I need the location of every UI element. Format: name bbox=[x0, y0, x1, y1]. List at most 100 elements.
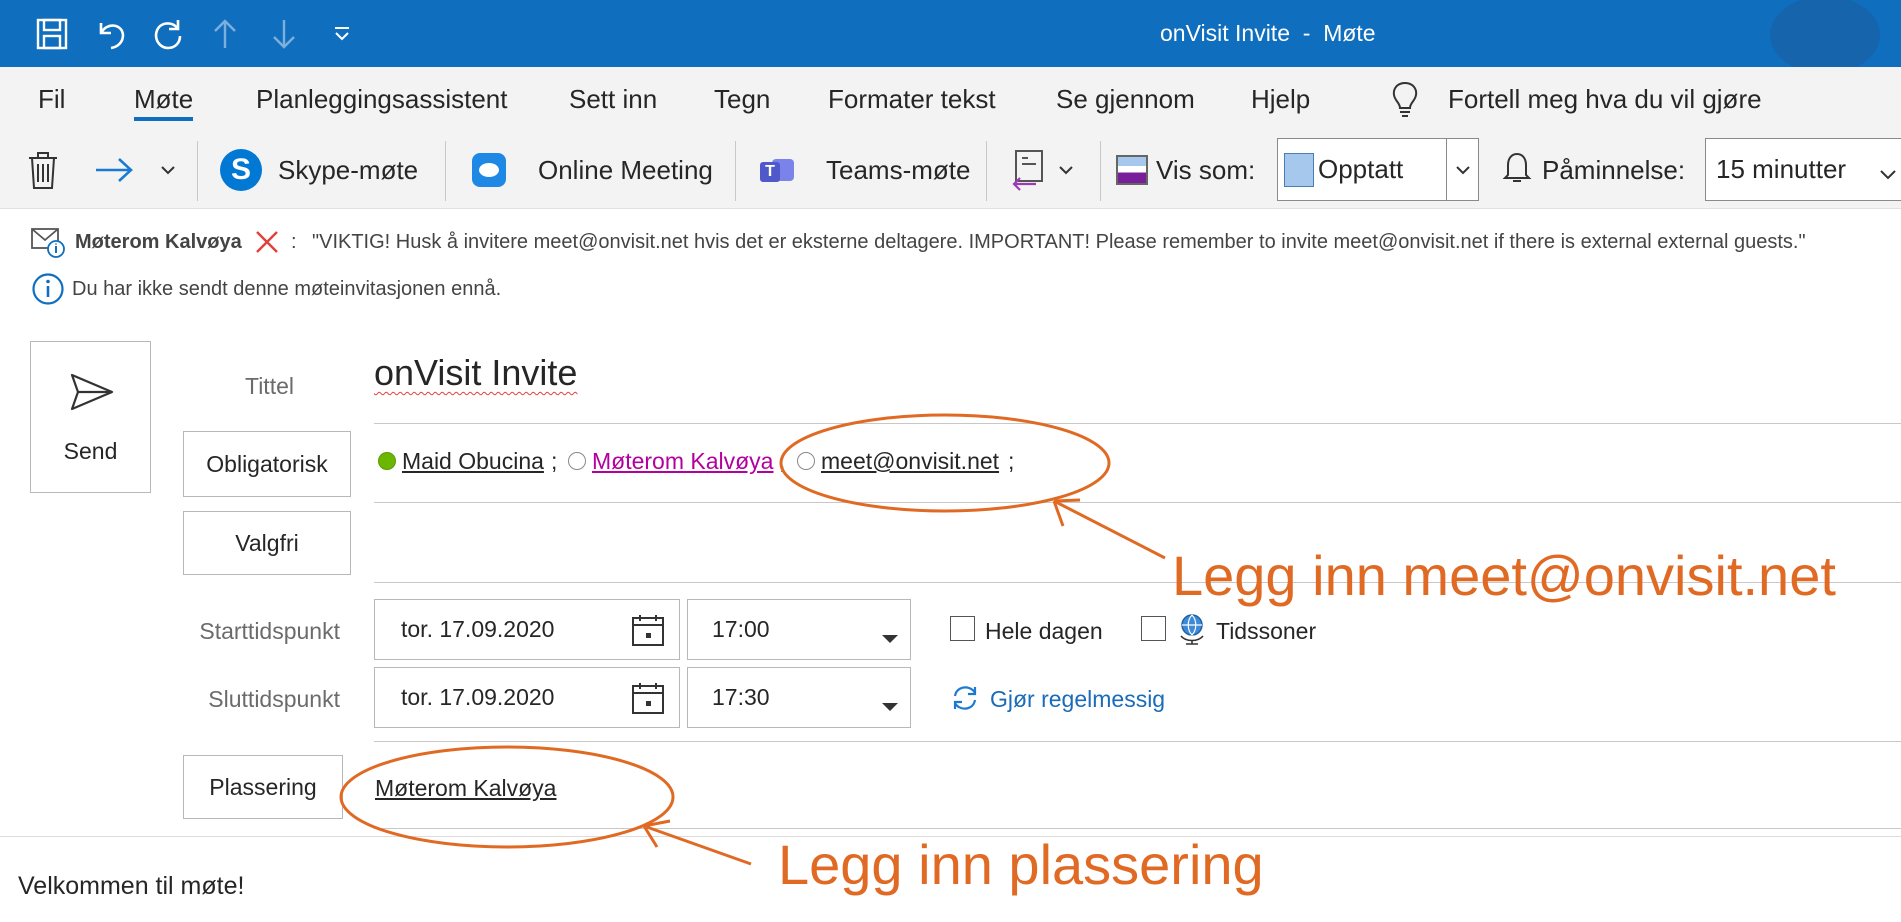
recurrence-icon[interactable] bbox=[950, 683, 980, 718]
separator bbox=[1100, 141, 1101, 201]
calendar-icon[interactable] bbox=[631, 681, 665, 721]
teams-icon: T bbox=[760, 155, 794, 185]
infobar-separator: : bbox=[291, 231, 297, 253]
all-day-label: Hele dagen bbox=[985, 618, 1103, 644]
send-icon bbox=[69, 372, 115, 417]
tab-hjelp[interactable]: Hjelp bbox=[1251, 67, 1310, 131]
optional-attendees-button[interactable]: Valgfri bbox=[183, 511, 351, 575]
reminder-group: Påminnelse: bbox=[1502, 131, 1685, 209]
start-date-field[interactable]: tor. 17.09.2020 bbox=[374, 599, 680, 660]
end-time-select[interactable]: 17:30 bbox=[687, 667, 911, 728]
show-as-dropdown-icon[interactable] bbox=[1446, 138, 1479, 201]
online-meeting-label: Online Meeting bbox=[538, 154, 713, 185]
attendee-separator: ; bbox=[779, 448, 786, 474]
separator bbox=[735, 141, 736, 201]
room-declined-icon bbox=[254, 229, 280, 261]
end-date-field[interactable]: tor. 17.09.2020 bbox=[374, 667, 680, 728]
forward-dropdown-icon[interactable] bbox=[159, 131, 177, 209]
send-button[interactable]: Send bbox=[30, 341, 151, 493]
divider bbox=[374, 423, 1901, 424]
location-button[interactable]: Plassering bbox=[183, 755, 343, 819]
title-bar: onVisit Invite - Møte bbox=[0, 0, 1901, 74]
attendee-meet-onvisit[interactable]: meet@onvisit.net bbox=[821, 448, 999, 475]
undo-icon[interactable] bbox=[86, 0, 136, 67]
room-info-bar: Møterom Kalvøya : "VIKTIG! Husk å invite… bbox=[0, 226, 1901, 260]
attendee-separator: ; bbox=[1008, 448, 1015, 474]
skype-icon: S bbox=[220, 149, 262, 191]
send-label: Send bbox=[63, 438, 118, 464]
annotation-add-email: Legg inn meet@onvisit.net bbox=[1172, 544, 1836, 607]
start-time-select[interactable]: 17:00 bbox=[687, 599, 911, 660]
attendee-moterom-kalvoya[interactable]: Møterom Kalvøya bbox=[592, 448, 773, 475]
globe-icon bbox=[1178, 612, 1206, 651]
reminder-select[interactable]: 15 minutter bbox=[1705, 138, 1901, 201]
all-day-checkbox[interactable] bbox=[950, 616, 975, 641]
reminder-value: 15 minutter bbox=[1716, 154, 1847, 184]
teams-meeting-label: Teams-møte bbox=[826, 154, 971, 185]
not-sent-info-bar: Du har ikke sendt denne møteinvitasjonen… bbox=[0, 270, 1901, 305]
skype-meeting-button[interactable]: S Skype-møte bbox=[220, 131, 418, 209]
time-zones-label: Tidssoner bbox=[1216, 618, 1317, 644]
tab-fil[interactable]: Fil bbox=[38, 67, 65, 131]
tab-sett-inn[interactable]: Sett inn bbox=[569, 67, 657, 131]
skype-meeting-label: Skype-møte bbox=[278, 154, 419, 185]
arrow-up-icon[interactable] bbox=[200, 0, 250, 67]
show-as-group: Vis som: bbox=[1116, 131, 1255, 209]
end-time-value: 17:30 bbox=[712, 684, 770, 710]
chevron-down-icon bbox=[1878, 159, 1898, 190]
reminder-label: Påminnelse: bbox=[1542, 154, 1686, 185]
title-label: Tittel bbox=[245, 373, 294, 399]
tell-me-search[interactable]: Fortell meg hva du vil gjøre bbox=[1448, 67, 1762, 131]
tab-mote[interactable]: Møte bbox=[134, 67, 194, 131]
separator bbox=[445, 141, 446, 201]
time-zones-checkbox[interactable] bbox=[1141, 616, 1166, 641]
presence-available-icon bbox=[378, 452, 396, 470]
required-attendees-button[interactable]: Obligatorisk bbox=[183, 431, 351, 497]
teams-meeting-button[interactable]: T Teams-møte bbox=[760, 131, 970, 209]
email-callout-arrow bbox=[1052, 498, 1166, 560]
online-meeting-button[interactable]: Online Meeting bbox=[472, 131, 713, 209]
respond-options-icon[interactable] bbox=[1010, 131, 1046, 209]
separator bbox=[197, 141, 198, 201]
presence-unknown-icon bbox=[568, 452, 586, 470]
window-title: onVisit Invite - Møte bbox=[1160, 20, 1376, 46]
separator bbox=[986, 141, 987, 201]
annotation-add-location: Legg inn plassering bbox=[778, 833, 1264, 896]
attendee-separator: ; bbox=[551, 448, 558, 474]
arrow-down-icon[interactable] bbox=[259, 0, 309, 67]
mail-info-icon bbox=[30, 226, 66, 264]
dropdown-arrow-icon bbox=[881, 692, 899, 719]
recurrence-link[interactable]: Gjør regelmessig bbox=[990, 686, 1165, 713]
redo-icon[interactable] bbox=[143, 0, 193, 67]
avatar[interactable] bbox=[1770, 0, 1880, 74]
respond-options-dropdown-icon[interactable] bbox=[1057, 131, 1075, 209]
attendee-maid-obucina[interactable]: Maid Obucina bbox=[402, 448, 544, 475]
ribbon-tabs: Fil Møte Planleggingsassistent Sett inn … bbox=[0, 67, 1901, 131]
tab-tegn[interactable]: Tegn bbox=[714, 67, 770, 131]
busy-swatch bbox=[1284, 152, 1314, 187]
customize-qat-icon[interactable] bbox=[317, 0, 367, 67]
save-icon[interactable] bbox=[27, 0, 77, 67]
start-time-value: 17:00 bbox=[712, 616, 770, 642]
tab-planleggingsassistent[interactable]: Planleggingsassistent bbox=[256, 67, 508, 131]
dropdown-arrow-icon bbox=[881, 624, 899, 651]
lightbulb-icon bbox=[1390, 80, 1420, 123]
end-label: Sluttidspunkt bbox=[208, 686, 340, 712]
divider bbox=[374, 741, 1901, 742]
tab-formater-tekst[interactable]: Formater tekst bbox=[828, 67, 996, 131]
start-label: Starttidspunkt bbox=[199, 618, 340, 644]
info-icon bbox=[31, 272, 65, 312]
start-date-value: tor. 17.09.2020 bbox=[401, 616, 555, 642]
forward-icon[interactable] bbox=[93, 131, 135, 209]
tab-se-gjennom[interactable]: Se gjennom bbox=[1056, 67, 1195, 131]
show-as-select[interactable]: Opptatt bbox=[1277, 138, 1447, 201]
presence-unknown-icon bbox=[797, 452, 815, 470]
divider bbox=[374, 828, 1901, 829]
title-field[interactable]: onVisit Invite bbox=[374, 352, 577, 394]
online-meeting-icon bbox=[472, 153, 506, 187]
calendar-icon[interactable] bbox=[631, 613, 665, 653]
message-body[interactable]: Velkommen til møte! bbox=[18, 872, 244, 901]
bell-icon bbox=[1502, 150, 1532, 191]
delete-icon[interactable] bbox=[26, 131, 60, 209]
location-field[interactable]: Møterom Kalvøya bbox=[375, 775, 556, 802]
